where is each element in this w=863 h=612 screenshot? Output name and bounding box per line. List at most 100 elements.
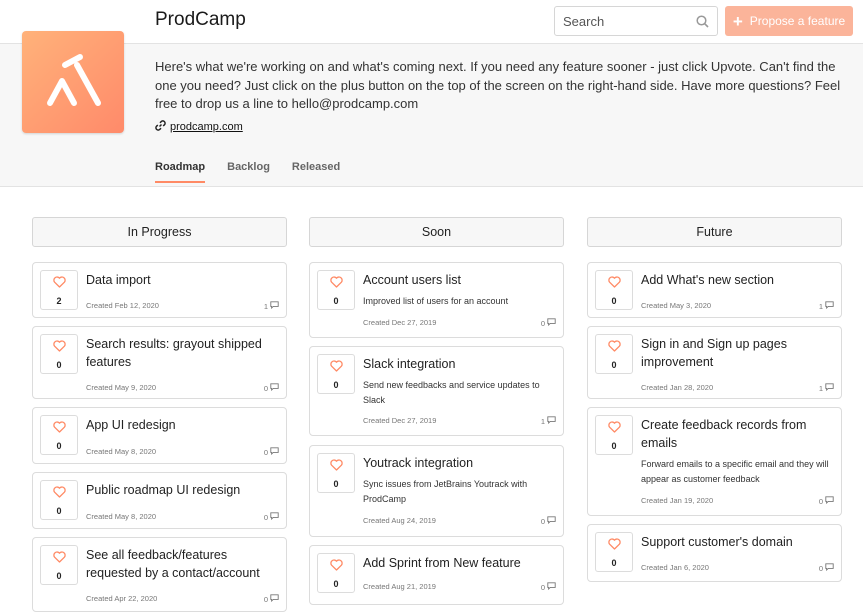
comment-icon [825,301,834,311]
comment-icon [270,447,279,457]
column-title: Future [587,217,842,247]
comment-count-value: 1 [263,301,268,311]
search-input[interactable]: Search [554,6,718,36]
created-date: Created Feb 12, 2020 [86,301,159,310]
comment-count[interactable]: 0 [541,516,556,526]
comment-count[interactable]: 0 [264,447,279,457]
column-title: Soon [309,217,564,247]
comment-count[interactable]: 0 [819,496,834,506]
link-icon [155,120,166,134]
upvote-button[interactable]: 2 [40,270,78,310]
vote-count: 0 [611,295,617,306]
feature-card[interactable]: 0 App UI redesign Created May 8, 2020 0 [32,407,287,464]
feature-title[interactable]: Add What's new section [641,271,836,289]
feature-title[interactable]: Sign in and Sign up pages improvement [641,335,836,371]
comment-icon [270,594,279,604]
tab-backlog[interactable]: Backlog [227,161,270,183]
vote-count: 0 [333,379,339,390]
feature-title[interactable]: Youtrack integration [363,454,558,472]
feature-title[interactable]: Search results: grayout shipped features [86,335,281,371]
created-date: Created Jan 19, 2020 [641,496,714,505]
column-future: Future [587,217,842,247]
feature-title[interactable]: App UI redesign [86,416,281,434]
column-soon: Soon [309,217,564,247]
upvote-button[interactable]: 0 [317,270,355,310]
feature-title[interactable]: Add Sprint from New feature [363,554,558,572]
column-in-progress: In Progress [32,217,287,247]
upvote-button[interactable]: 0 [317,453,355,493]
tab-released[interactable]: Released [292,161,340,183]
upvote-button[interactable]: 0 [595,415,633,455]
feature-card[interactable]: 0 Public roadmap UI redesign Created May … [32,472,287,529]
upvote-button[interactable]: 0 [595,270,633,310]
comment-count[interactable]: 0 [264,594,279,604]
comment-count[interactable]: 1 [264,301,279,311]
upvote-button[interactable]: 0 [40,415,78,455]
heart-icon [329,458,343,476]
feature-card[interactable]: 0 Slack integration Send new feedbacks an… [309,346,564,436]
company-logo [22,31,124,133]
feature-card[interactable]: 0 Youtrack integration Sync issues from J… [309,445,564,537]
feature-title[interactable]: Slack integration [363,355,558,373]
heart-icon [52,420,66,438]
comment-count-value: 1 [818,301,823,311]
feature-card[interactable]: 0 See all feedback/features requested by… [32,537,287,612]
comment-count[interactable]: 0 [264,512,279,522]
created-date: Created Apr 22, 2020 [86,594,158,603]
upvote-button[interactable]: 0 [40,545,78,585]
website-link-text[interactable]: prodcamp.com [170,121,243,133]
comment-icon [547,318,556,328]
comment-count[interactable]: 0 [541,582,556,592]
app-title: ProdCamp [155,9,246,30]
feature-card[interactable]: 0 Add What's new section Created May 3, 2… [587,262,842,318]
created-date: Created Aug 24, 2019 [363,516,436,525]
comment-icon [825,496,834,506]
propose-feature-label: Propose a feature [749,14,846,28]
feature-card[interactable]: 0 Sign in and Sign up pages improvement C… [587,326,842,399]
feature-title[interactable]: Data import [86,271,281,289]
roadmap-tabs: Roadmap Backlog Released [155,161,340,183]
feature-title[interactable]: Public roadmap UI redesign [86,481,281,499]
comment-icon [547,582,556,592]
comment-count[interactable]: 1 [819,383,834,393]
feature-card[interactable]: 0 Account users list Improved list of use… [309,262,564,338]
feature-description: Sync issues from JetBrains Youtrack with… [363,479,528,504]
website-link[interactable]: prodcamp.com [155,120,243,134]
comment-count[interactable]: 1 [541,416,556,426]
upvote-button[interactable]: 0 [595,532,633,572]
upvote-button[interactable]: 0 [595,334,633,374]
feature-title[interactable]: Account users list [363,271,558,289]
heart-icon [52,275,66,293]
comment-count[interactable]: 0 [541,318,556,328]
upvote-button[interactable]: 0 [40,480,78,520]
comment-count[interactable]: 0 [264,383,279,393]
upvote-button[interactable]: 0 [317,553,355,593]
comment-count[interactable]: 1 [819,301,834,311]
search-placeholder: Search [563,14,605,29]
heart-icon [607,537,621,555]
feature-description: Forward emails to a specific email and t… [641,459,829,484]
feature-card[interactable]: 2 Data import Created Feb 12, 2020 1 [32,262,287,318]
vote-count: 0 [611,557,617,568]
feature-card[interactable]: 0 Search results: grayout shipped featur… [32,326,287,399]
feature-card[interactable]: 0 Add Sprint from New feature Created Aug… [309,545,564,605]
created-date: Created Jan 28, 2020 [641,383,714,392]
comment-icon [270,512,279,522]
tab-roadmap[interactable]: Roadmap [155,161,206,183]
feature-title[interactable]: See all feedback/features requested by a… [86,546,281,582]
feature-title[interactable]: Support customer's domain [641,533,836,551]
comment-count[interactable]: 0 [819,563,834,573]
heart-icon [329,558,343,576]
comment-icon [547,416,556,426]
column-title: In Progress [32,217,287,247]
comment-count-value: 0 [818,496,823,506]
feature-card[interactable]: 0 Support customer's domain Created Jan 6… [587,524,842,582]
upvote-button[interactable]: 0 [317,354,355,394]
feature-title[interactable]: Create feedback records from emails [641,416,836,452]
feature-card[interactable]: 0 Create feedback records from emails For… [587,407,842,516]
created-date: Created May 8, 2020 [86,447,157,456]
upvote-button[interactable]: 0 [40,334,78,374]
propose-feature-button[interactable]: + Propose a feature [725,6,853,36]
created-date: Created Aug 21, 2019 [363,582,436,591]
search-icon[interactable] [696,15,709,33]
